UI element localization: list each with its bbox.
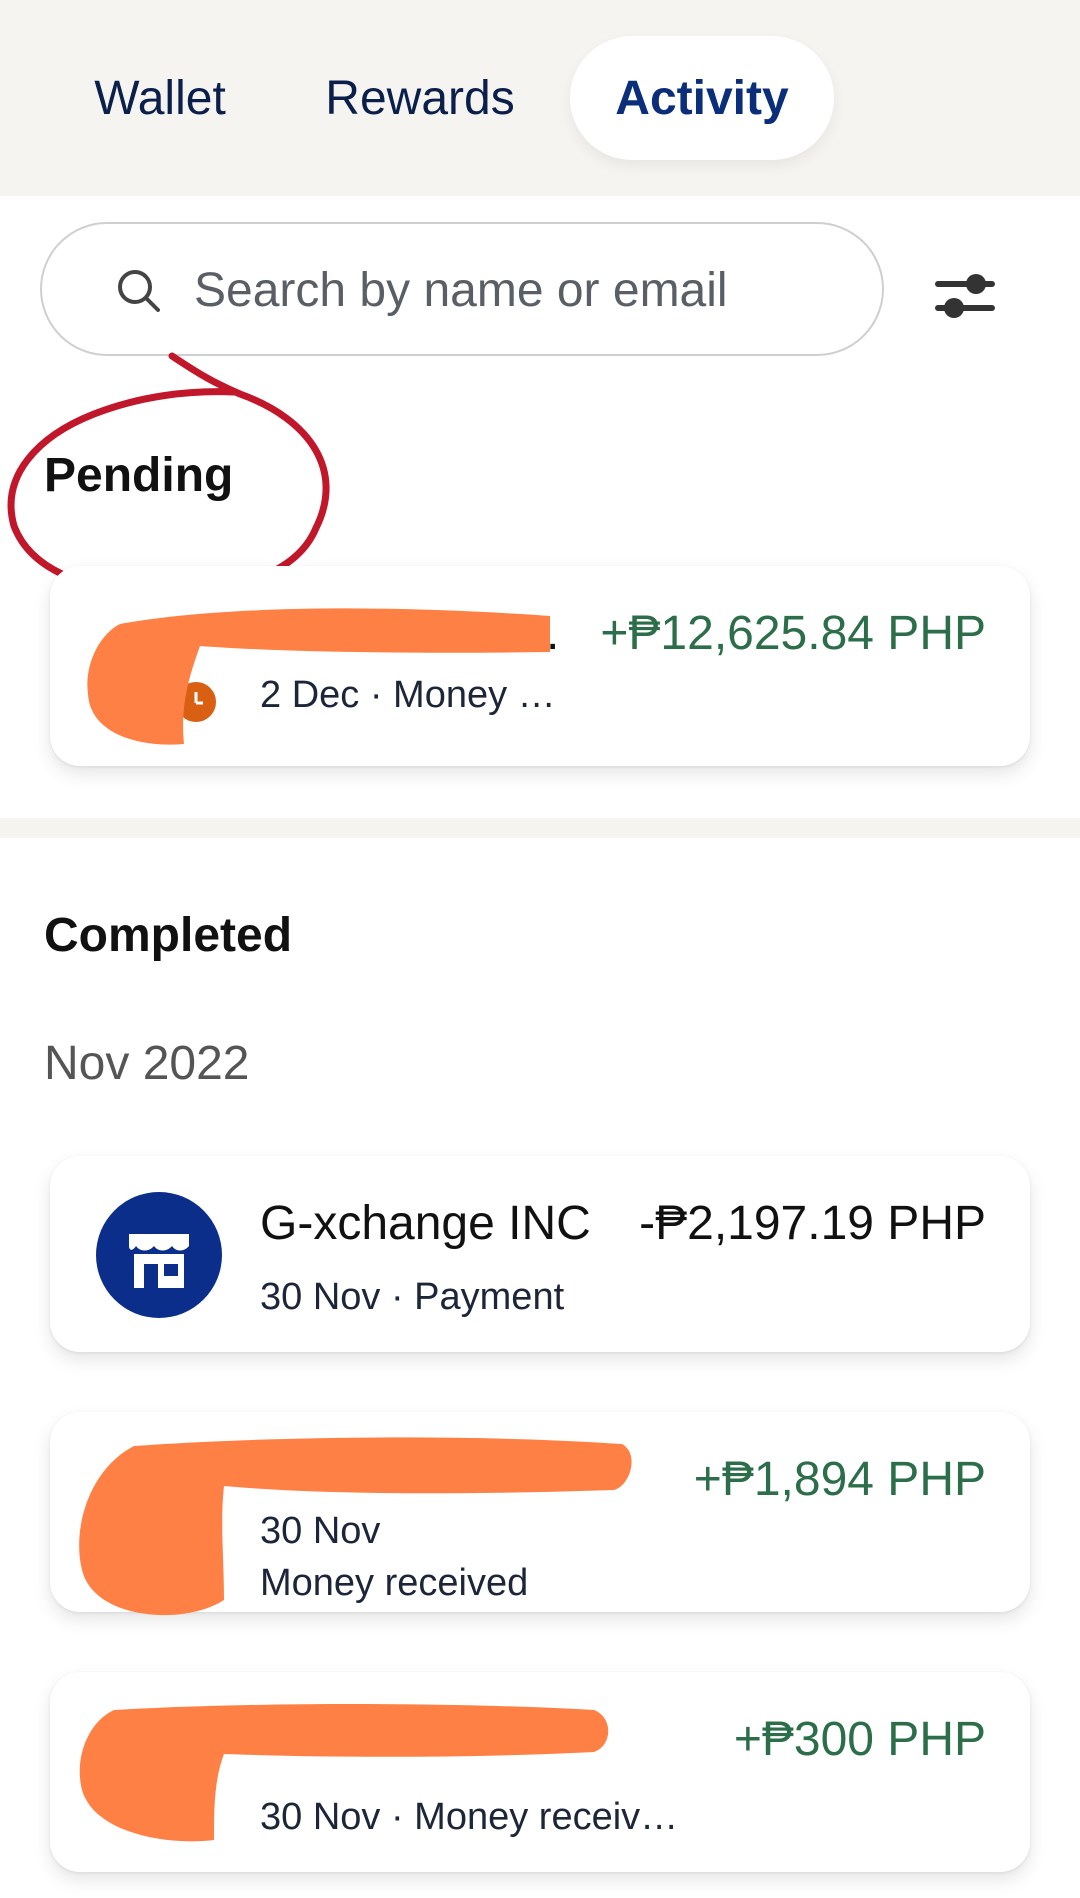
pending-clock-icon (172, 678, 220, 726)
transaction-amount: +₱12,625.84 PHP (600, 607, 986, 660)
transaction-subtitle: 30 Nov · Payment (260, 1276, 565, 1318)
store-icon (96, 1192, 222, 1318)
filter-icon[interactable] (920, 262, 1010, 332)
transaction-card[interactable]: 30 Nov · Money receiv… +₱300 PHP (50, 1672, 1030, 1872)
tab-wallet[interactable]: Wallet (62, 36, 258, 160)
pending-transaction-card[interactable]: . 2 Dec · Money … +₱12,625.84 PHP (50, 566, 1030, 766)
search-icon (118, 270, 160, 312)
transaction-subtitle: Money received (260, 1562, 529, 1604)
tab-rewards[interactable]: Rewards (300, 36, 540, 160)
transaction-card[interactable]: G-xchange INC 30 Nov · Payment -₱2,197.1… (50, 1156, 1030, 1352)
transaction-amount: +₱1,894 PHP (693, 1453, 986, 1506)
transaction-amount: +₱300 PHP (733, 1713, 986, 1766)
transaction-subtitle: 30 Nov · Money receiv… (260, 1796, 679, 1838)
completed-heading: Completed (44, 909, 293, 962)
transaction-name: . (546, 607, 560, 660)
transaction-amount: -₱2,197.19 PHP (639, 1197, 986, 1250)
transaction-date: 30 Nov (260, 1510, 381, 1552)
month-label: Nov 2022 (44, 1037, 250, 1090)
transaction-name: G-xchange INC (260, 1197, 591, 1250)
section-divider (0, 818, 1080, 838)
search-input[interactable] (192, 224, 846, 356)
transaction-subtitle: 2 Dec · Money … (260, 674, 556, 716)
pending-heading: Pending (44, 449, 234, 502)
tab-activity[interactable]: Activity (570, 36, 834, 160)
search-box[interactable] (40, 222, 884, 356)
transaction-card[interactable]: 30 Nov Money received +₱1,894 PHP (50, 1412, 1030, 1612)
